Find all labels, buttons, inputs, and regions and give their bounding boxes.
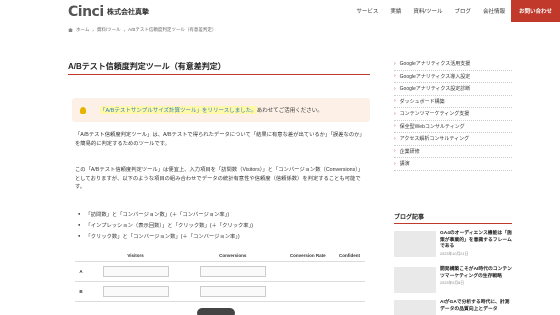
breadcrumb-home[interactable]: ホーム xyxy=(76,27,89,33)
post-date: 2023年9月8日 xyxy=(440,281,465,285)
confident-b xyxy=(334,281,365,302)
site-logo[interactable]: Cinci xyxy=(68,4,104,20)
nav-tools[interactable]: 資料/ツール xyxy=(407,7,448,15)
post-thumbnail xyxy=(394,231,436,257)
nav-blog[interactable]: ブログ xyxy=(448,7,477,15)
blog-post[interactable]: AIがGAで分析する時代に、計測データの品質向上とデータ xyxy=(394,300,512,315)
conversion-rate-a xyxy=(281,261,335,282)
company-name: 株式会社真摯 xyxy=(107,9,149,16)
sidebar-item[interactable]: › 講演 xyxy=(394,158,512,171)
sidebar-item[interactable]: › ダッシュボード構築 xyxy=(394,96,512,108)
page-title-box: A/Bテスト信頼度判定ツール（有意差判定） xyxy=(68,58,370,75)
sidebar-item[interactable]: › コンテンツマーケティング支援 xyxy=(394,108,512,121)
chevron-right-icon: › xyxy=(394,98,396,105)
chevron-right-icon: › xyxy=(394,73,396,80)
table-header xyxy=(75,250,87,262)
post-thumbnail xyxy=(394,300,436,315)
sidebar-item[interactable]: › 企業研修 xyxy=(394,146,512,158)
sidebar-item[interactable]: › Googleアナリティクス活用支援 xyxy=(394,58,512,71)
sidebar-item[interactable]: › アクセス解析コンサルティング xyxy=(394,133,512,146)
confident-a xyxy=(334,261,365,282)
blog-post[interactable]: GA4のオーディエンス機能は「施策が事業的」を意識するフレームである 2023年… xyxy=(394,231,512,257)
breadcrumb: ホーム › 資料/ツール › A/Bテスト信頼度判定ツール（有意差判定） xyxy=(68,27,216,33)
chevron-right-icon: › xyxy=(394,85,396,92)
conversions-a-input[interactable] xyxy=(199,265,266,277)
post-date: 2023年10月21日 xyxy=(440,251,469,256)
list-item: 「訪問数」と「コンバージョン数」(＋「コンバージョン率」) xyxy=(78,209,253,220)
visitors-b-input[interactable] xyxy=(102,285,169,297)
table-header-confident: Confident xyxy=(334,250,365,262)
row-label-a: A xyxy=(75,261,87,282)
post-title: AIがGAで分析する時代に、計測データの品質向上とデータ xyxy=(440,300,510,312)
breadcrumb-tools[interactable]: 資料/ツール xyxy=(97,27,121,33)
chevron-right-icon: › xyxy=(394,135,396,142)
table-row: B xyxy=(75,281,365,302)
conversion-rate-b xyxy=(281,281,335,302)
sample-size-tool-link[interactable]: 「A/Bテストサンプルサイズ計算ツール」をリリースしました。 xyxy=(100,106,257,114)
metric-combination-list: 「訪問数」と「コンバージョン数」(＋「コンバージョン率」) 「インプレッション（… xyxy=(78,209,253,242)
intro-paragraph: 「A/Bテスト信頼度判定ツール」は、A/Bテストで得られたデータについて「結果に… xyxy=(75,132,365,147)
sidebar-item[interactable]: › 保全型Webコンサルティング xyxy=(394,121,512,133)
sidebar-menu: › Googleアナリティクス活用支援 › Googleアナリティクス導入設定 › G… xyxy=(394,58,512,171)
table-header-conversion-rate: Conversion Rate xyxy=(281,250,335,262)
usage-paragraph: この「A/Bテスト信頼度判定ツール」は便宜上、入力項目を「訪問数（Visitor… xyxy=(75,167,364,191)
breadcrumb-current: A/Bテスト信頼度判定ツール（有意差判定） xyxy=(128,27,217,32)
post-title: GA4のオーディエンス機能は「施策が事業的」を意識するフレームである xyxy=(440,231,512,249)
row-label-b: B xyxy=(75,281,87,302)
post-thumbnail xyxy=(394,267,436,293)
nav-services[interactable]: サービス xyxy=(350,7,384,15)
post-title: 開発構築こそがAI時代のコンテンツマーケティングの生存戦略 xyxy=(440,267,512,279)
ab-test-table: Visitors Conversions Conversion Rate Con… xyxy=(75,250,365,302)
site-header: Cinci 株式会社真摯 サービス 実績 資料/ツール ブログ 会社情報 お問い… xyxy=(0,0,560,22)
table-header-conversions: Conversions xyxy=(184,250,282,262)
sidebar-item[interactable]: › Googleアナリティクス設定診断 xyxy=(394,83,512,96)
page-title: A/Bテスト信頼度判定ツール（有意差判定） xyxy=(68,62,226,71)
chevron-right-icon: › xyxy=(394,60,396,67)
conversions-b-input[interactable] xyxy=(199,285,266,297)
list-item: 「インプレッション（表示回数）」と「クリック数」(＋「クリック率」) xyxy=(78,220,253,231)
nav-company[interactable]: 会社情報 xyxy=(477,7,511,15)
table-header-visitors: Visitors xyxy=(87,250,185,262)
sidebar-item[interactable]: › Googleアナリティクス導入設定 xyxy=(394,71,512,83)
home-icon xyxy=(68,28,73,32)
chevron-right-icon: › xyxy=(394,148,396,155)
chevron-right-icon: › xyxy=(394,123,396,130)
blog-heading: ブログ記事 xyxy=(394,210,512,224)
notice-text: あわせてご活用ください。 xyxy=(256,108,323,114)
lightbulb-icon xyxy=(80,106,86,114)
blog-post[interactable]: 開発構築こそがAI時代のコンテンツマーケティングの生存戦略 2023年9月8日 xyxy=(394,267,512,293)
list-item: 「クリック数」と「コンバージョン数」(＋「コンバージョン率」) xyxy=(78,231,253,242)
table-row: A xyxy=(75,261,365,282)
release-notice: 「A/Bテストサンプルサイズ計算ツール」をリリースしました。 あわせてご活用くだ… xyxy=(72,98,370,122)
chevron-right-icon: › xyxy=(394,110,396,117)
calculate-button[interactable] xyxy=(197,308,235,315)
visitors-a-input[interactable] xyxy=(102,265,169,277)
chevron-right-icon: › xyxy=(394,160,396,167)
nav-works[interactable]: 実績 xyxy=(384,7,407,15)
main-nav: サービス 実績 資料/ツール ブログ 会社情報 お問い合わせ xyxy=(350,0,560,22)
contact-button[interactable]: お問い合わせ xyxy=(510,0,560,22)
